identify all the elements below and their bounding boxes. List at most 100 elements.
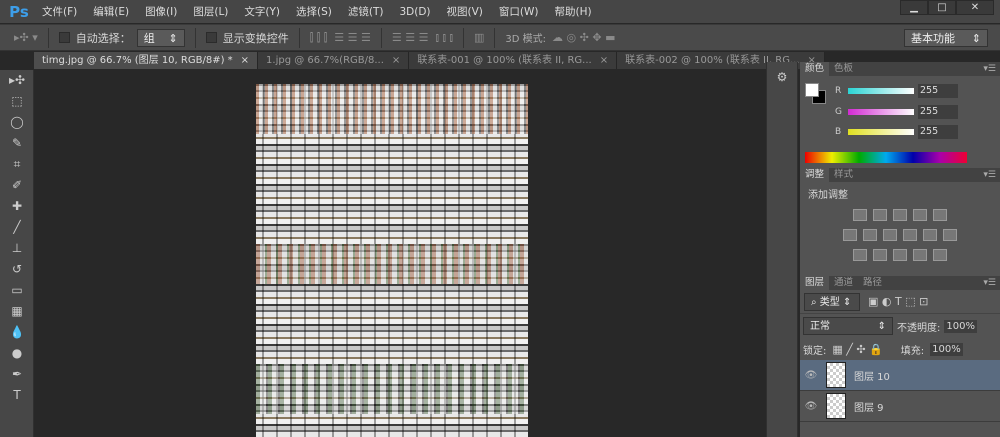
tab-swatches[interactable]: 色板 xyxy=(829,62,858,76)
menu-help[interactable]: 帮助(H) xyxy=(547,4,600,19)
channel-mixer-icon[interactable] xyxy=(923,229,937,241)
dodge-tool-icon[interactable]: ● xyxy=(0,343,34,364)
blend-mode-dropdown[interactable]: 正常 ⇕ xyxy=(803,317,893,335)
opacity-label: 不透明度: xyxy=(897,322,941,334)
move-tool-icon[interactable]: ▸✣ ▾ xyxy=(14,31,38,44)
layer-filter-dropdown[interactable]: ⌕ 类型 ⇕ xyxy=(804,292,860,311)
menu-type[interactable]: 文字(Y) xyxy=(236,4,288,19)
foreground-color-swatch[interactable] xyxy=(805,83,819,97)
black-white-icon[interactable] xyxy=(883,229,897,241)
close-tab-icon[interactable]: × xyxy=(241,55,249,66)
g-input[interactable]: 255 xyxy=(918,105,958,119)
panel-menu-icon[interactable]: ▾☰ xyxy=(983,276,1000,290)
layer-name: 图层 9 xyxy=(854,402,884,414)
threshold-icon[interactable] xyxy=(893,249,907,261)
tab-paths[interactable]: 路径 xyxy=(858,276,887,290)
tab-color[interactable]: 颜色 xyxy=(800,62,830,76)
pen-tool-icon[interactable]: ✒ xyxy=(0,364,34,385)
close-tab-icon[interactable]: × xyxy=(600,55,608,66)
history-brush-tool-icon[interactable]: ↺ xyxy=(0,259,34,280)
menu-image[interactable]: 图像(I) xyxy=(137,4,185,19)
b-input[interactable]: 255 xyxy=(918,125,958,139)
visibility-eye-icon[interactable]: 👁 xyxy=(800,401,822,412)
menu-filter[interactable]: 滤镜(T) xyxy=(340,4,392,19)
g-slider[interactable] xyxy=(848,109,914,115)
exposure-icon[interactable] xyxy=(913,209,927,221)
workspace-dropdown[interactable]: 基本功能 ⇕ xyxy=(904,29,988,47)
show-transform-checkbox[interactable] xyxy=(205,32,217,43)
marquee-tool-icon[interactable]: ⬚ xyxy=(0,91,34,112)
type-tool-icon[interactable]: T xyxy=(0,385,34,406)
tab-styles[interactable]: 样式 xyxy=(829,168,858,182)
brush-tool-icon[interactable]: ╱ xyxy=(0,217,34,238)
posterize-icon[interactable] xyxy=(873,249,887,261)
invert-icon[interactable] xyxy=(853,249,867,261)
tab-layers[interactable]: 图层 xyxy=(800,276,830,290)
tab-channels[interactable]: 通道 xyxy=(829,276,858,290)
document-canvas[interactable] xyxy=(256,84,528,437)
tab-adjustments[interactable]: 调整 xyxy=(800,168,830,182)
tab-contact-001[interactable]: 联系表-001 @ 100% (联系表 II, RG... × xyxy=(409,52,618,69)
distribute-icons[interactable]: ☰ ☰ ☰ ⫾ ⫾ ⫾ xyxy=(392,31,453,45)
close-tab-icon[interactable]: × xyxy=(392,55,400,66)
align-icons[interactable]: ⫿ ⫿ ⫿ ☰ ☰ ☰ xyxy=(310,31,371,45)
divider xyxy=(298,27,300,48)
auto-select-dropdown[interactable]: 组 ⇕ xyxy=(136,28,185,47)
menu-file[interactable]: 文件(F) xyxy=(34,4,85,19)
healing-tool-icon[interactable]: ✚ xyxy=(0,196,34,217)
gradient-tool-icon[interactable]: ▦ xyxy=(0,301,34,322)
eraser-tool-icon[interactable]: ▭ xyxy=(0,280,34,301)
b-slider[interactable] xyxy=(848,129,914,135)
color-lookup-icon[interactable] xyxy=(943,229,957,241)
visibility-eye-icon[interactable]: 👁 xyxy=(800,370,822,381)
quick-select-tool-icon[interactable]: ✎ xyxy=(0,133,34,154)
show-transform-label: 显示变换控件 xyxy=(222,31,289,45)
menu-view[interactable]: 视图(V) xyxy=(439,4,491,19)
panel-menu-icon[interactable]: ▾☰ xyxy=(983,62,1000,76)
menu-edit[interactable]: 编辑(E) xyxy=(85,4,137,19)
r-input[interactable]: 255 xyxy=(918,84,958,98)
curves-icon[interactable] xyxy=(893,209,907,221)
tab-1jpg[interactable]: 1.jpg @ 66.7%(RGB/8... × xyxy=(258,52,410,69)
r-slider[interactable] xyxy=(848,88,914,94)
selective-color-icon[interactable] xyxy=(913,249,927,261)
auto-select-checkbox[interactable] xyxy=(58,32,70,43)
menu-select[interactable]: 选择(S) xyxy=(288,4,340,19)
maximize-button[interactable]: □ xyxy=(928,0,956,15)
window-controls: ▁ □ ✕ xyxy=(900,0,994,15)
tab-label: timg.jpg @ 66.7% (图层 10, RGB/8#) * xyxy=(42,55,233,66)
color-balance-icon[interactable] xyxy=(863,229,877,241)
levels-icon[interactable] xyxy=(873,209,887,221)
tab-timg[interactable]: timg.jpg @ 66.7% (图层 10, RGB/8#) * × xyxy=(34,52,259,69)
crop-tool-icon[interactable]: ⌗ xyxy=(0,154,34,175)
close-button[interactable]: ✕ xyxy=(956,0,994,15)
menu-layer[interactable]: 图层(L) xyxy=(185,4,236,19)
minimize-button[interactable]: ▁ xyxy=(900,0,928,15)
color-ramp[interactable] xyxy=(805,152,967,163)
layer-row-10[interactable]: 👁 图层 10 xyxy=(800,360,1000,391)
3d-mode-label: 3D 模式: xyxy=(505,34,547,45)
eyedropper-tool-icon[interactable]: ✐ xyxy=(0,175,34,196)
lock-icons[interactable]: ▦ ╱ ✣ 🔒 xyxy=(832,343,882,356)
photo-filter-icon[interactable] xyxy=(903,229,917,241)
brightness-icon[interactable] xyxy=(853,209,867,221)
lasso-tool-icon[interactable]: ◯ xyxy=(0,112,34,133)
divider xyxy=(47,27,49,48)
stamp-tool-icon[interactable]: ⊥ xyxy=(0,238,34,259)
history-panel-icon[interactable]: ⚙ xyxy=(767,70,797,84)
layer-filter-row: ⌕ 类型 ⇕ ▣ ◐ T ⬚ ⊡ xyxy=(800,290,1000,314)
menu-3d[interactable]: 3D(D) xyxy=(391,6,438,18)
layer-row-9[interactable]: 👁 图层 9 xyxy=(800,391,1000,422)
gradient-map-icon[interactable] xyxy=(933,249,947,261)
3d-tools-icons[interactable]: ☁ ◎ ✣ ✥ ▬ xyxy=(552,31,615,44)
vibrance-icon[interactable] xyxy=(933,209,947,221)
menu-window[interactable]: 窗口(W) xyxy=(491,4,547,19)
opacity-input[interactable]: 100% xyxy=(944,319,977,333)
hue-saturation-icon[interactable] xyxy=(843,229,857,241)
filter-type-icons[interactable]: ▣ ◐ T ⬚ ⊡ xyxy=(868,295,928,308)
blur-tool-icon[interactable]: 💧 xyxy=(0,322,34,343)
move-tool-icon[interactable]: ▸✣ xyxy=(0,70,34,91)
auto-align-icon[interactable]: ▥ xyxy=(474,31,484,44)
fill-input[interactable]: 100% xyxy=(930,342,963,356)
panel-menu-icon[interactable]: ▾☰ xyxy=(983,168,1000,182)
